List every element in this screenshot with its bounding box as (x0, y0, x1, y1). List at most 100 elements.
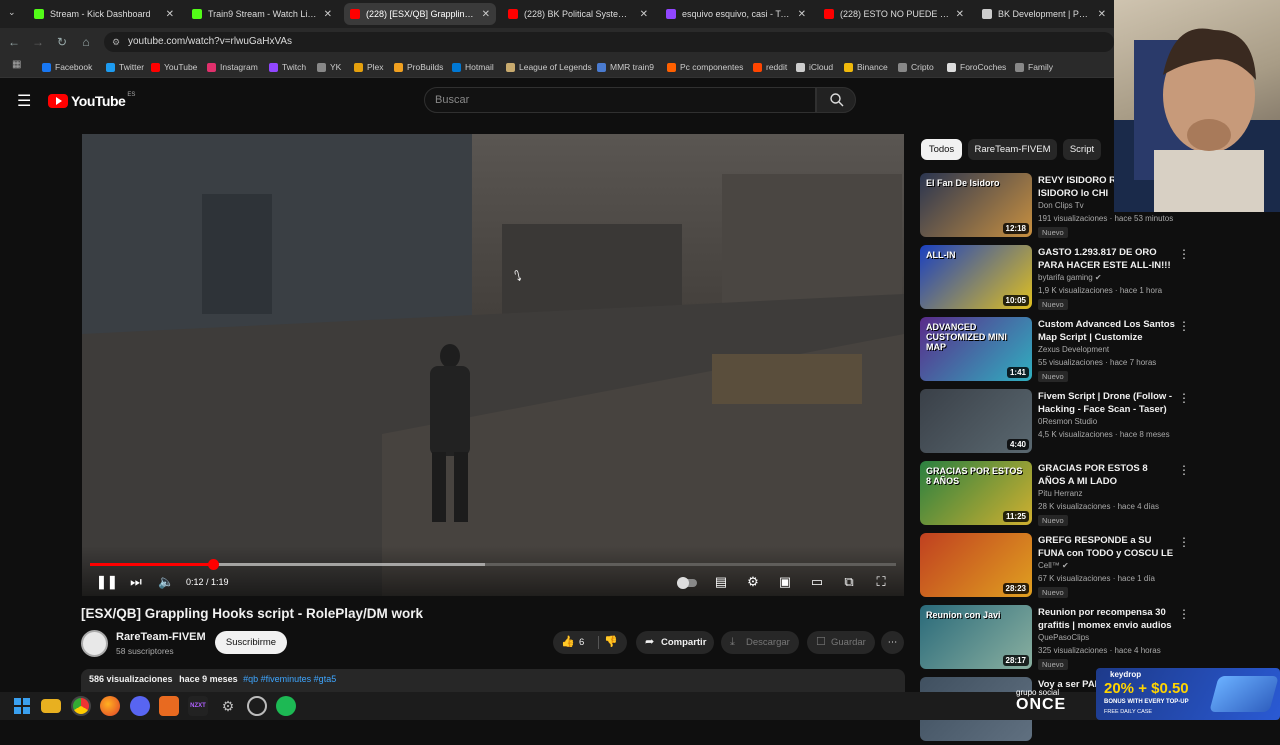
settings-gear-icon[interactable]: ⚙ (744, 574, 762, 590)
subscribe-button[interactable]: Suscribirme (215, 631, 287, 654)
bookmark-item[interactable]: Twitch (269, 60, 306, 74)
autoplay-toggle[interactable] (676, 574, 698, 590)
settings-app-icon[interactable]: ⚙ (218, 696, 238, 716)
bookmark-item[interactable]: Facebook (42, 60, 92, 74)
spotify-icon[interactable] (276, 696, 296, 716)
download-button[interactable]: ⤓ Descargar (721, 631, 799, 654)
bookmark-item[interactable]: Hotmail (452, 60, 494, 74)
nzxt-icon[interactable]: NZXT (188, 696, 208, 716)
site-info-icon[interactable]: ⚙ (112, 32, 120, 52)
recommended-thumbnail[interactable]: 4:40 (920, 389, 1032, 453)
windows-start-icon[interactable] (12, 696, 32, 716)
miniplayer-icon[interactable]: ▣ (776, 574, 794, 590)
bookmark-item[interactable]: Twitter (106, 60, 144, 74)
more-options-icon[interactable]: ⋮ (1178, 319, 1190, 333)
recommended-thumbnail[interactable]: 28:23 (920, 533, 1032, 597)
close-tab-icon[interactable]: ✕ (956, 9, 964, 20)
cast-icon[interactable]: ⧉ (840, 574, 858, 590)
bookmark-item[interactable]: Pc componentes (667, 60, 743, 74)
bookmark-item[interactable]: MMR train9 (597, 60, 654, 74)
more-options-icon[interactable]: ⋮ (1178, 607, 1190, 621)
recommended-title[interactable]: Custom Advanced Los Santos Map Script | … (1038, 318, 1176, 344)
channel-avatar[interactable] (81, 630, 108, 657)
recommended-thumbnail[interactable]: Reunion con Javi 28:17 (920, 605, 1032, 669)
browser-tab[interactable]: (228) [ESX/QB] Grappling Hooks ✕ (344, 3, 496, 25)
recommended-title[interactable]: GREFG RESPONDE a SU FUNA con TODO y COSC… (1038, 534, 1176, 560)
bookmark-item[interactable]: Cripto (898, 60, 934, 74)
search-button[interactable] (816, 87, 856, 113)
app-circle-icon[interactable] (247, 696, 267, 716)
app-orange-icon[interactable] (159, 696, 179, 716)
theater-mode-icon[interactable]: ▭ (808, 574, 826, 590)
more-options-icon[interactable]: ⋮ (1178, 535, 1190, 549)
bookmark-item[interactable]: ProBuilds (394, 60, 443, 74)
recommended-thumbnail[interactable]: El Fan De Isidoro 12:18 (920, 173, 1032, 237)
fullscreen-icon[interactable]: ⛶ (872, 574, 890, 590)
tab-list-chevron-icon[interactable]: ⌄ (8, 7, 16, 18)
recommended-channel[interactable]: Don Clips Tv (1038, 201, 1084, 210)
chip-channel[interactable]: RareTeam-FIVEM (968, 139, 1057, 160)
chip-script[interactable]: Script (1063, 139, 1101, 160)
recommended-title[interactable]: GASTO 1.293.817 DE ORO PARA HACER ESTE A… (1038, 246, 1176, 272)
browser-tab[interactable]: esquivo esquivo, casi - Twitch ✕ (660, 3, 812, 25)
bookmark-item[interactable]: Plex (354, 60, 384, 74)
file-explorer-icon[interactable] (41, 699, 61, 713)
recommended-channel[interactable]: Pitu Herranz (1038, 489, 1082, 498)
recommended-video-item[interactable]: ALL-IN 10:05 GASTO 1.293.817 DE ORO PARA H… (920, 245, 1192, 313)
channel-name[interactable]: RareTeam-FIVEM (116, 631, 206, 643)
bookmark-item[interactable]: ForoCoches (947, 60, 1006, 74)
recommended-channel[interactable]: QuePasoClips (1038, 633, 1089, 642)
recommended-title[interactable]: Reunion por recompensa 30 grafitis | mom… (1038, 606, 1176, 632)
search-input[interactable]: Buscar (424, 87, 816, 113)
volume-icon[interactable]: 🔈 (158, 574, 174, 590)
save-button[interactable]: ☐ Guardar (807, 631, 875, 654)
browser-tab[interactable]: BK Development | Political Sys ✕ (976, 3, 1112, 25)
chip-todos[interactable]: Todos (921, 139, 962, 160)
bookmark-item[interactable]: YouTube (151, 60, 197, 74)
hashtags[interactable]: #qb #fiveminutes #gta5 (243, 674, 336, 684)
recommended-video-item[interactable]: GRACIAS POR ESTOS 8 AÑOS 11:25 GRACIAS POR… (920, 461, 1192, 529)
bookmark-item[interactable]: reddit (753, 60, 787, 74)
recommended-video-item[interactable]: 28:23 GREFG RESPONDE a SU FUNA con TODO y… (920, 533, 1192, 601)
progress-bar[interactable] (90, 559, 896, 570)
share-button[interactable]: ➦ Compartir (636, 631, 714, 654)
back-arrow-icon[interactable]: ← (6, 34, 22, 50)
close-tab-icon[interactable]: ✕ (798, 9, 806, 20)
recommended-channel[interactable]: bytarifa gaming ✔ (1038, 273, 1102, 282)
close-tab-icon[interactable]: ✕ (1098, 9, 1106, 20)
forward-arrow-icon[interactable]: → (30, 34, 46, 50)
thumbs-down-icon[interactable]: 👎 (604, 631, 618, 654)
more-options-icon[interactable]: ⋮ (1178, 247, 1190, 261)
like-button[interactable]: 👍 6 (553, 631, 597, 654)
browser-tab[interactable]: Train9 Stream - Watch Live on Kick ✕ (186, 3, 338, 25)
youtube-logo[interactable]: YouTube ES (48, 92, 135, 110)
close-tab-icon[interactable]: ✕ (482, 9, 490, 20)
next-video-icon[interactable]: ⏭ (128, 574, 144, 590)
recommended-video-item[interactable]: Reunion con Javi 28:17 Reunion por recompe… (920, 605, 1192, 673)
recommended-title[interactable]: Fivem Script | Drone (Follow - Hacking -… (1038, 390, 1176, 416)
subtitles-icon[interactable]: ▤ (712, 574, 730, 590)
bookmark-item[interactable]: League of Legends (506, 60, 592, 74)
recommended-title[interactable]: GRACIAS POR ESTOS 8 AÑOS A MI LADO (1038, 462, 1176, 488)
bookmark-item[interactable]: Instagram (207, 60, 258, 74)
recommended-channel[interactable]: Zexus Development (1038, 345, 1109, 354)
discord-icon[interactable] (130, 696, 150, 716)
recommended-thumbnail[interactable]: ALL-IN 10:05 (920, 245, 1032, 309)
browser-tab[interactable]: Stream - Kick Dashboard ✕ (28, 3, 180, 25)
more-options-icon[interactable]: ⋮ (1178, 391, 1190, 405)
browser-tab[interactable]: (228) ESTO NO PUEDE SER REAL ✕ (818, 3, 970, 25)
recommended-channel[interactable]: 0Resmon Studio (1038, 417, 1097, 426)
description-box[interactable]: 586 visualizaciones hace 9 meses #qb #fi… (81, 669, 905, 693)
close-tab-icon[interactable]: ✕ (324, 9, 332, 20)
hamburger-menu-icon[interactable]: ☰ (17, 91, 31, 111)
pause-icon[interactable]: ❚❚ (96, 574, 118, 590)
apps-grid-icon[interactable]: ▦ (12, 59, 21, 70)
recommended-thumbnail[interactable]: GRACIAS POR ESTOS 8 AÑOS 11:25 (920, 461, 1032, 525)
more-actions-button[interactable]: ⋯ (881, 631, 904, 654)
recommended-video-item[interactable]: ADVANCED CUSTOMIZED MINI MAP 1:41 Custom A… (920, 317, 1192, 385)
reload-icon[interactable]: ↻ (54, 34, 70, 50)
bookmark-item[interactable]: Family (1015, 60, 1053, 74)
firefox-icon[interactable] (100, 696, 120, 716)
progress-scrubber-handle[interactable] (207, 559, 219, 570)
bookmark-item[interactable]: iCloud (796, 60, 833, 74)
